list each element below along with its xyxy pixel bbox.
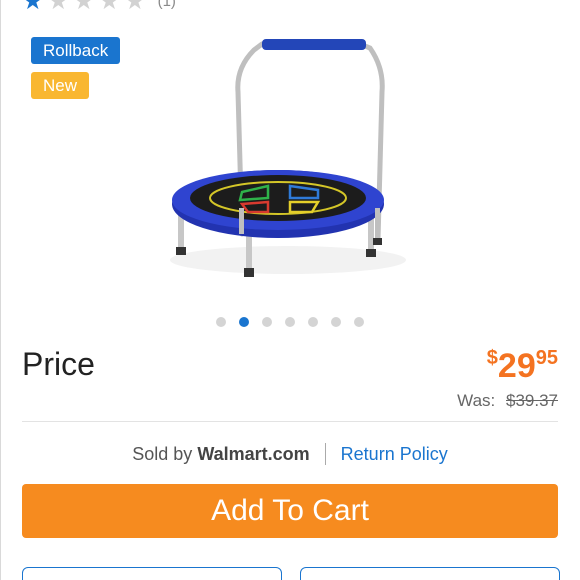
star-icon: ★ <box>22 0 44 15</box>
secondary-action-button[interactable] <box>300 567 560 580</box>
star-icon: ★ <box>73 0 95 15</box>
divider <box>22 421 558 422</box>
price-dollars: 29 <box>497 347 536 385</box>
page-edge <box>0 0 1 580</box>
add-to-cart-button[interactable]: Add To Cart <box>22 484 558 538</box>
carousel-dot[interactable] <box>262 317 272 327</box>
price-currency: $ <box>486 347 498 369</box>
current-price: $ 29 95 <box>487 346 558 386</box>
trampoline-foot <box>366 249 376 257</box>
was-label: Was: <box>457 391 496 410</box>
seller-name: Walmart.com <box>197 443 310 464</box>
new-badge: New <box>31 72 90 99</box>
was-price: $39.37 <box>506 391 558 410</box>
carousel-dots <box>0 317 580 329</box>
product-image[interactable] <box>150 28 440 308</box>
was-price-row: Was: $39.37 <box>457 391 558 411</box>
star-icon: ★ <box>47 0 70 15</box>
sold-by-label: Sold by <box>132 443 193 464</box>
seller-row: Sold by Walmart.com Return Policy <box>0 443 580 465</box>
handlebar-grip <box>262 39 366 50</box>
carousel-dot[interactable] <box>308 317 318 327</box>
handlebar-right-base <box>375 208 380 240</box>
trampoline-foot <box>244 268 254 277</box>
price-label: Price <box>22 346 95 382</box>
trampoline-foot <box>176 247 186 255</box>
carousel-dot[interactable] <box>285 317 295 327</box>
product-page: ★ ★ ★ ★ ★ (1) Rollback New Price $ 29 95… <box>0 0 580 580</box>
price-cents: 95 <box>535 347 558 369</box>
carousel-dot-active[interactable] <box>239 317 249 327</box>
handlebar-left-base <box>239 208 244 234</box>
rollback-badge: Rollback <box>31 37 121 64</box>
separator <box>324 443 326 465</box>
carousel-dot[interactable] <box>216 317 226 327</box>
review-count[interactable]: (1) <box>158 0 176 10</box>
star-icon: ★ <box>98 0 121 15</box>
star-icon: ★ <box>124 0 146 15</box>
rating-row[interactable]: ★ ★ ★ ★ ★ (1) <box>22 0 176 14</box>
secondary-action-button[interactable] <box>22 567 282 580</box>
trampoline-foot <box>373 238 382 245</box>
carousel-dot[interactable] <box>331 317 341 327</box>
carousel-dot[interactable] <box>354 317 364 327</box>
return-policy-link[interactable]: Return Policy <box>341 444 448 465</box>
